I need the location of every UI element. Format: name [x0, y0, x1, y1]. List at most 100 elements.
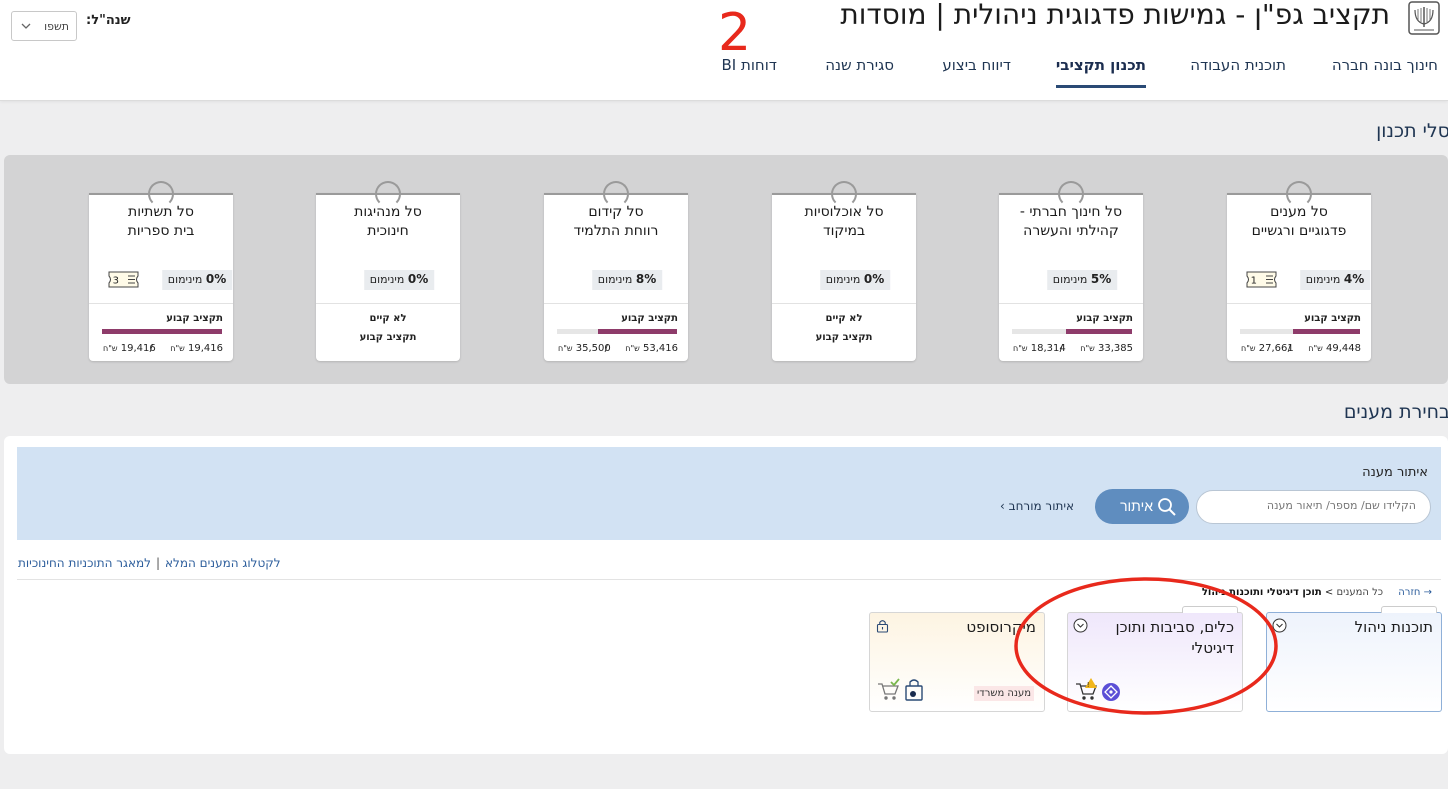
breadcrumb-arrow: > [1324, 587, 1334, 598]
not-exists-label: לא קיים [369, 313, 407, 324]
budget-progress-fill [1292, 329, 1360, 334]
programs-link[interactable]: למאגר התוכניות החינוכיות [18, 556, 151, 570]
basket-title-line1: סל קידום [588, 204, 644, 220]
back-link[interactable]: → חזרה [1398, 587, 1432, 598]
basket-card[interactable]: סל חינוך חברתי - קהילתי והעשרה 5% מינימו… [999, 181, 1143, 361]
link-separator: | [155, 556, 160, 570]
filter-title: איתור מענה [1362, 465, 1428, 480]
budget-total: 33,385 [1098, 343, 1133, 354]
basket-title-line2: חינוכית [367, 223, 409, 239]
min-percent-chip: 0% מינימום [819, 270, 891, 290]
breadcrumb-all[interactable]: כל המענים [1336, 587, 1383, 598]
card-divider [544, 303, 688, 304]
ticket-count: 1 [1251, 276, 1257, 287]
budget-progress-fill [1066, 329, 1132, 334]
min-label: מינימום [369, 273, 405, 286]
min-label: מינימום [597, 273, 633, 286]
search-field[interactable] [1196, 490, 1431, 524]
fixed-budget-label: תקציב קבוע [166, 313, 223, 324]
search-button-label: איתור [1120, 498, 1153, 514]
tab-social-education[interactable]: חינוך בונה חברה [1332, 56, 1438, 88]
basket-title-line2: רווחת התלמיד [573, 223, 659, 239]
basket-card[interactable]: סל מנהיגות חינוכית 0% מינימום לא קיים תק… [316, 181, 460, 361]
min-percent: 8% [635, 272, 657, 286]
basket-title: סל חינוך חברתי - קהילתי והעשרה [999, 203, 1143, 241]
basket-card[interactable]: סל קידום רווחת התלמיד 8% מינימום תקציב ק… [544, 181, 688, 361]
basket-title-line1: סל תשתיות [128, 204, 194, 220]
fixed-budget-label: תקציב קבוע [1304, 313, 1361, 324]
answers-section-title: בחירת מענים [1343, 401, 1448, 423]
basket-card[interactable]: סל אוכלוסיות במיקוד 0% מינימום לא קיים ת… [772, 181, 916, 361]
ticket-count: 3 [113, 276, 119, 287]
min-percent: 0% [407, 272, 429, 286]
min-percent: 5% [1090, 272, 1112, 286]
ticket-icon: 1 [1246, 271, 1277, 288]
header: תקציב גפ"ן - גמישות פדגוגית ניהולית | מו… [0, 0, 1448, 101]
basket-title-line1: סל מנהיגות [354, 204, 422, 220]
budget-progress-bar [557, 329, 677, 334]
min-label: מינימום [825, 273, 861, 286]
tile-management-software[interactable]: תוכנות ניהול [1266, 606, 1442, 712]
tab-year-closing[interactable]: סגירת שנה [825, 56, 894, 88]
currency: ש"ח [1308, 344, 1323, 353]
budget-progress-bar [1240, 329, 1360, 334]
cart-check-icon [878, 678, 900, 700]
card-divider [772, 303, 916, 304]
basket-title: סל מנהיגות חינוכית [316, 203, 460, 241]
page-title: תקציב גפ"ן - גמישות פדגוגית ניהולית | מו… [840, 0, 1390, 31]
budget-total: 49,448 [1326, 343, 1361, 354]
fixed-budget-label: תקציב קבוע [1076, 313, 1133, 324]
tile-tab [1381, 606, 1437, 613]
lock-icon [876, 620, 889, 633]
tile-title: תוכנות ניהול [1354, 618, 1433, 636]
min-percent-chip: 4% מינימום [1299, 270, 1371, 290]
basket-title-line1: סל חינוך חברתי - [1019, 204, 1123, 220]
min-percent: 0% [863, 272, 885, 286]
state-emblem-icon [1408, 1, 1440, 35]
search-icon [1158, 498, 1176, 516]
advanced-search-link[interactable]: איתור מורחב › [1000, 499, 1074, 513]
year-label: שנה"ל: [86, 13, 131, 28]
currency: ש"ח [1013, 344, 1028, 353]
basket-title: סל מענים פדגוגיים ורגשיים [1227, 203, 1371, 241]
baskets-section-title: סלי תכנון [1376, 120, 1448, 142]
search-button[interactable]: איתור [1095, 489, 1189, 524]
search-input[interactable] [1216, 499, 1416, 512]
tab-work-plan[interactable]: תוכנית העבודה [1190, 56, 1286, 88]
basket-title: סל תשתיות בית ספריות [89, 203, 233, 241]
basket-card[interactable]: סל תשתיות בית ספריות 0% מינימום 3 תקציב … [89, 181, 233, 361]
advanced-search-label: איתור מורחב [1008, 499, 1075, 513]
card-divider [316, 303, 460, 304]
min-label: מינימום [1052, 273, 1088, 286]
budget-used: 18,314 [1030, 343, 1066, 354]
basket-title-line1: סל אוכלוסיות [804, 204, 884, 220]
budget-progress-bar [102, 329, 222, 334]
currency: ש"ח [625, 344, 640, 353]
min-label: מינימום [167, 273, 203, 286]
tab-budget-planning[interactable]: תכנון תקציבי [1055, 56, 1146, 88]
currency: ש"ח [1241, 344, 1256, 353]
currency: ש"ח [103, 344, 118, 353]
min-label: מינימום [1305, 273, 1341, 286]
tab-bi-reports[interactable]: דוחות BI [721, 56, 777, 88]
basket-card[interactable]: סל מענים פדגוגיים ורגשיים 4% מינימום 1 ת… [1227, 181, 1371, 361]
currency: ש"ח [170, 344, 185, 353]
budget-progress-fill [597, 329, 677, 334]
card-divider [999, 303, 1143, 304]
year-select[interactable]: תשפו [11, 11, 77, 41]
tile-action-icons [878, 678, 923, 701]
currency: ש"ח [558, 344, 573, 353]
min-percent-chip: 5% מינימום [1046, 270, 1118, 290]
budget-total: 19,416 [188, 343, 223, 354]
not-exists-label: לא קיים [825, 313, 863, 324]
annotation-number: 2 [718, 4, 751, 54]
fixed-budget-label: תקציב קבוע [359, 332, 417, 343]
tab-execution-report[interactable]: דיווח ביצוע [942, 56, 1011, 88]
shopping-bag-icon [905, 679, 923, 701]
basket-title-line2: במיקוד [822, 223, 866, 239]
card-divider [89, 303, 233, 304]
basket-title: סל אוכלוסיות במיקוד [772, 203, 916, 241]
budget-used: 35,500 [575, 343, 611, 354]
budget-progress-fill [102, 329, 222, 334]
catalog-link[interactable]: לקטלוג המענים המלא [165, 556, 281, 570]
